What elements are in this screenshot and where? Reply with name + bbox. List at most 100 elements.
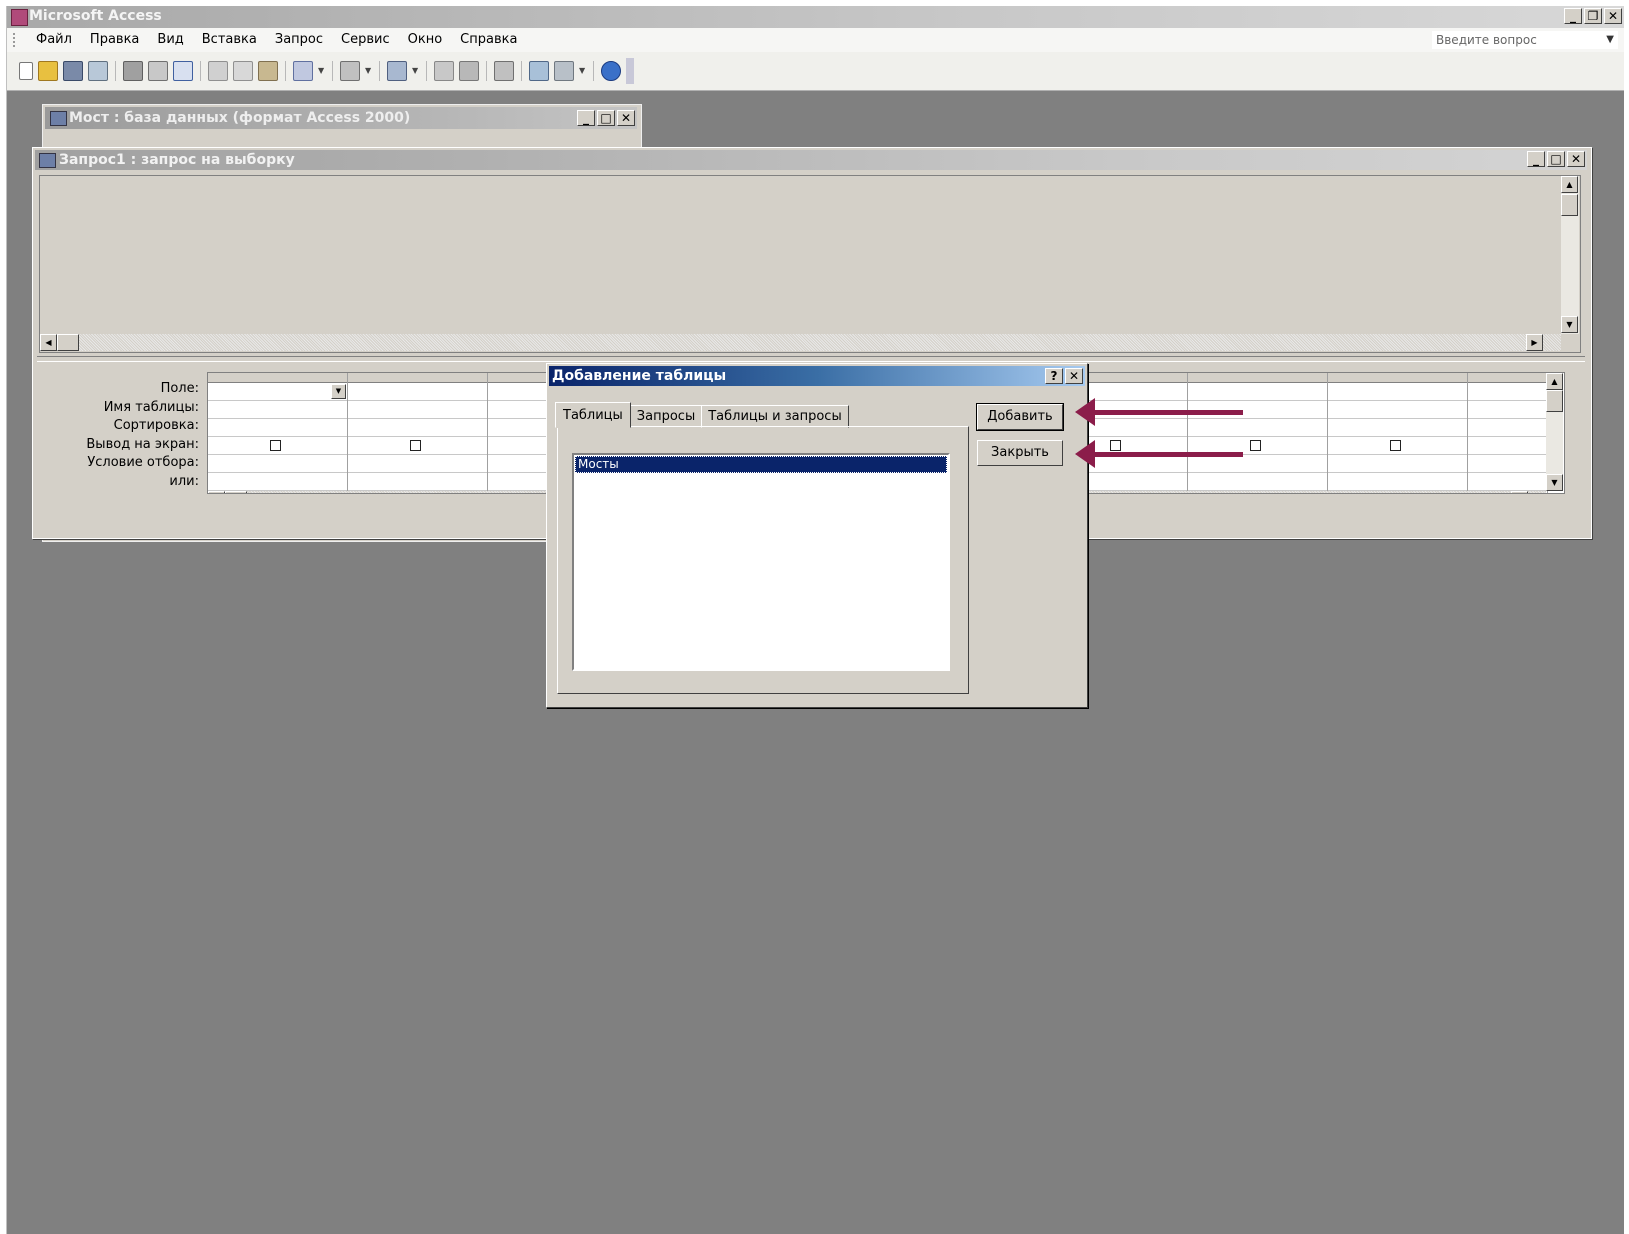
ask-question-box[interactable]: Введите вопрос ▼ <box>1432 31 1618 49</box>
show-checkbox[interactable] <box>410 440 421 451</box>
scroll-down-icon[interactable]: ▼ <box>1546 474 1563 491</box>
menu-file[interactable]: Файл <box>27 32 81 47</box>
hscroll-thumb[interactable] <box>57 334 79 351</box>
grid-column[interactable]: ▼ <box>208 373 348 493</box>
build-icon[interactable] <box>529 61 549 81</box>
or-cell[interactable] <box>208 473 347 491</box>
database-window-titlebar[interactable]: Мост : база данных (формат Access 2000) … <box>45 107 637 129</box>
menu-view[interactable]: Вид <box>148 32 192 47</box>
scroll-up-icon[interactable]: ▲ <box>1546 373 1563 390</box>
db-maximize-button[interactable]: □ <box>597 110 615 126</box>
menu-window[interactable]: Окно <box>399 32 452 47</box>
menu-grip[interactable] <box>13 33 18 47</box>
query-icon[interactable] <box>387 61 407 81</box>
app-titlebar[interactable]: Microsoft Access _ ❐ ✕ <box>7 6 1624 28</box>
close-dialog-button[interactable]: Закрыть <box>977 440 1063 466</box>
criteria-cell[interactable] <box>208 455 347 473</box>
query-minimize-button[interactable]: _ <box>1527 151 1545 167</box>
spelling-icon[interactable] <box>173 61 193 81</box>
tables-listbox[interactable]: Мосты <box>572 453 950 671</box>
print-preview-icon[interactable] <box>148 61 168 81</box>
open-icon[interactable] <box>38 61 58 81</box>
query-dropdown[interactable]: ▼ <box>412 61 419 81</box>
show-checkbox[interactable] <box>1390 440 1401 451</box>
table-pane-hscroll[interactable]: ◀ ▶ <box>40 334 1561 351</box>
scroll-right-icon[interactable]: ▶ <box>1526 334 1543 351</box>
table-cell[interactable] <box>208 401 347 419</box>
minimize-button[interactable]: _ <box>1564 8 1582 24</box>
pane-splitter[interactable] <box>37 356 1585 362</box>
menu-edit[interactable]: Правка <box>81 32 148 47</box>
tab-tables[interactable]: Таблицы <box>555 402 631 428</box>
chevron-down-icon[interactable]: ▼ <box>331 384 346 399</box>
print-icon[interactable] <box>123 61 143 81</box>
toolbar-options[interactable] <box>626 58 634 84</box>
undo-icon[interactable] <box>293 61 313 81</box>
query-window-titlebar[interactable]: Запрос1 : запрос на выборку _ □ ✕ <box>35 150 1587 170</box>
sort-cell[interactable] <box>208 419 347 437</box>
db-close-button[interactable]: ✕ <box>617 110 635 126</box>
menu-insert[interactable]: Вставка <box>193 32 266 47</box>
chevron-down-icon[interactable]: ▼ <box>1606 31 1614 49</box>
scroll-left-icon[interactable]: ◀ <box>208 491 225 493</box>
query-type-icon[interactable] <box>340 61 360 81</box>
scroll-right-icon[interactable]: ▶ <box>1511 491 1528 493</box>
scroll-thumb[interactable] <box>1546 390 1563 412</box>
list-item[interactable]: Мосты <box>575 456 947 473</box>
query-window-title: Запрос1 : запрос на выборку <box>59 152 295 168</box>
dialog-titlebar[interactable]: Добавление таблицы ? ✕ <box>549 366 1085 386</box>
help-icon[interactable] <box>601 61 621 81</box>
label-sort: Сортировка: <box>113 418 199 433</box>
relationships-icon[interactable] <box>459 61 479 81</box>
ask-placeholder: Введите вопрос <box>1436 33 1537 47</box>
restore-button[interactable]: ❐ <box>1584 8 1602 24</box>
grid-column[interactable] <box>1328 373 1468 493</box>
label-field: Поле: <box>160 381 199 396</box>
grid-column[interactable] <box>348 373 488 493</box>
undo-dropdown[interactable]: ▼ <box>318 61 325 81</box>
scroll-up-icon[interactable]: ▲ <box>1561 176 1578 193</box>
dialog-close-button[interactable]: ✕ <box>1065 368 1083 384</box>
tab-queries[interactable]: Запросы <box>629 405 703 428</box>
search-icon[interactable] <box>88 61 108 81</box>
add-button[interactable]: Добавить <box>976 403 1064 431</box>
show-checkbox[interactable] <box>1250 440 1261 451</box>
table-pane[interactable]: ▲ ▼ ◀ ▶ <box>39 175 1581 353</box>
cut-icon[interactable] <box>208 61 228 81</box>
db-minimize-button[interactable]: _ <box>577 110 595 126</box>
grid-column[interactable] <box>1468 373 1548 493</box>
help-button[interactable]: ? <box>1045 368 1063 384</box>
field-cell[interactable]: ▼ <box>208 383 347 401</box>
copy-icon[interactable] <box>233 61 253 81</box>
show-table-icon[interactable] <box>434 61 454 81</box>
grid-vscroll[interactable]: ▲ ▼ <box>1546 373 1563 491</box>
scroll-down-icon[interactable]: ▼ <box>1561 316 1578 333</box>
table-pane-vscroll[interactable]: ▲ ▼ <box>1561 176 1579 334</box>
grid-column[interactable] <box>1188 373 1328 493</box>
hscroll-thumb[interactable] <box>225 491 247 493</box>
tab-tables-and-queries[interactable]: Таблицы и запросы <box>701 405 849 428</box>
scroll-thumb[interactable] <box>1561 194 1578 216</box>
query-maximize-button[interactable]: □ <box>1547 151 1565 167</box>
new-icon[interactable] <box>19 62 33 80</box>
menu-help[interactable]: Справка <box>451 32 526 47</box>
properties-icon[interactable] <box>494 61 514 81</box>
query-window-icon <box>39 153 56 168</box>
design-grid-labels: Поле: Имя таблицы: Сортировка: Вывод на … <box>43 380 199 491</box>
show-checkbox[interactable] <box>1110 440 1121 451</box>
menu-tools[interactable]: Сервис <box>332 32 399 47</box>
annotation-arrow-add <box>1075 398 1243 426</box>
label-show: Вывод на экран: <box>86 436 199 452</box>
query-type-dropdown[interactable]: ▼ <box>365 61 372 81</box>
close-button[interactable]: ✕ <box>1604 8 1622 24</box>
query-close-button[interactable]: ✕ <box>1567 151 1585 167</box>
scroll-left-icon[interactable]: ◀ <box>40 334 57 351</box>
menu-query[interactable]: Запрос <box>266 32 332 47</box>
new-object-icon[interactable] <box>554 61 574 81</box>
save-icon[interactable] <box>63 61 83 81</box>
show-checkbox[interactable] <box>270 440 281 451</box>
paste-icon[interactable] <box>258 61 278 81</box>
new-object-dropdown[interactable]: ▼ <box>579 61 586 81</box>
show-cell[interactable] <box>208 437 347 455</box>
database-window-title: Мост : база данных (формат Access 2000) <box>69 110 411 126</box>
